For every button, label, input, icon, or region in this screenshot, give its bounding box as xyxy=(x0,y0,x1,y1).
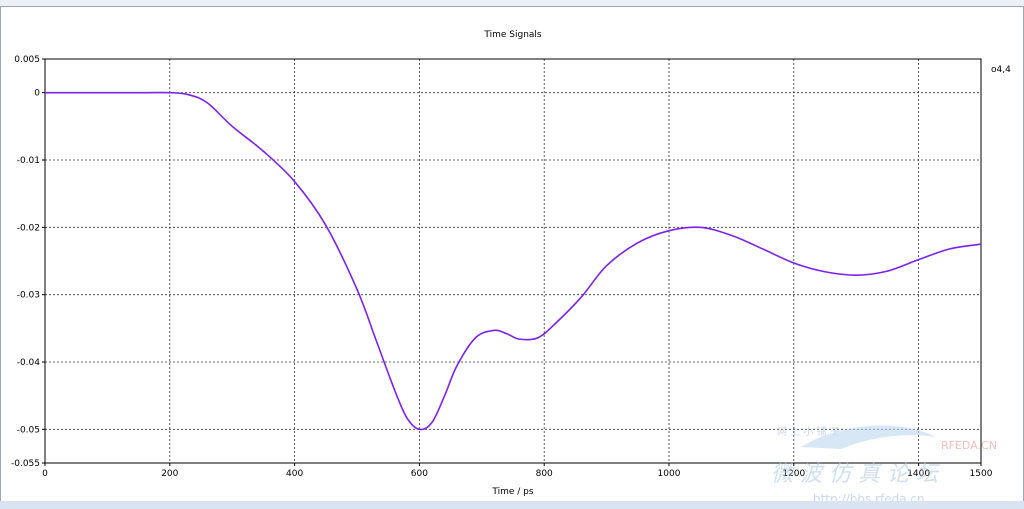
x-tick-label: 0 xyxy=(42,469,48,479)
x-tick-label: 1500 xyxy=(970,469,993,479)
y-tick-label: -0.04 xyxy=(17,358,41,368)
chart-window: Time Signals 0 200 400 600 800 1000 1200 1400 15… xyxy=(0,6,1024,502)
x-tick-label: 400 xyxy=(286,469,303,479)
legend-series-label: o4,4 xyxy=(991,65,1011,75)
series-line-o44 xyxy=(44,91,982,431)
plot-frame xyxy=(44,58,982,464)
axis-ticks: 0 200 400 600 800 1000 1200 1400 15000.0050-0.01… xyxy=(11,55,993,479)
status-strip xyxy=(0,501,1024,509)
x-tick-label: 600 xyxy=(411,469,428,479)
watermark-cn-main: 微 波 仿 真 论 坛 xyxy=(771,462,940,487)
watermark-brand: RFEDA.CN xyxy=(941,439,997,452)
grid-lines xyxy=(45,59,981,463)
time-signals-chart: Time Signals 0 200 400 600 800 1000 1200 1400 15… xyxy=(11,30,1011,501)
x-tick-label: 1000 xyxy=(658,469,681,479)
y-tick-label: -0.01 xyxy=(17,156,40,166)
chart-title: Time Signals xyxy=(483,30,542,40)
y-tick-label: -0.05 xyxy=(17,425,40,435)
y-tick-label: -0.02 xyxy=(17,223,40,233)
y-tick-label: -0.055 xyxy=(11,459,40,469)
x-axis-label: Time / ps xyxy=(491,487,533,497)
y-tick-label: 0.005 xyxy=(14,55,40,65)
x-tick-label: 200 xyxy=(161,469,178,479)
y-tick-label: 0 xyxy=(34,89,40,99)
series-layer xyxy=(44,91,982,431)
watermark-cn-top: 网 上 小 铺 子 xyxy=(777,425,840,438)
y-tick-label: -0.03 xyxy=(17,291,40,301)
watermark-url: http://bbs.rfeda.cn xyxy=(813,492,925,501)
x-tick-label: 800 xyxy=(536,469,553,479)
